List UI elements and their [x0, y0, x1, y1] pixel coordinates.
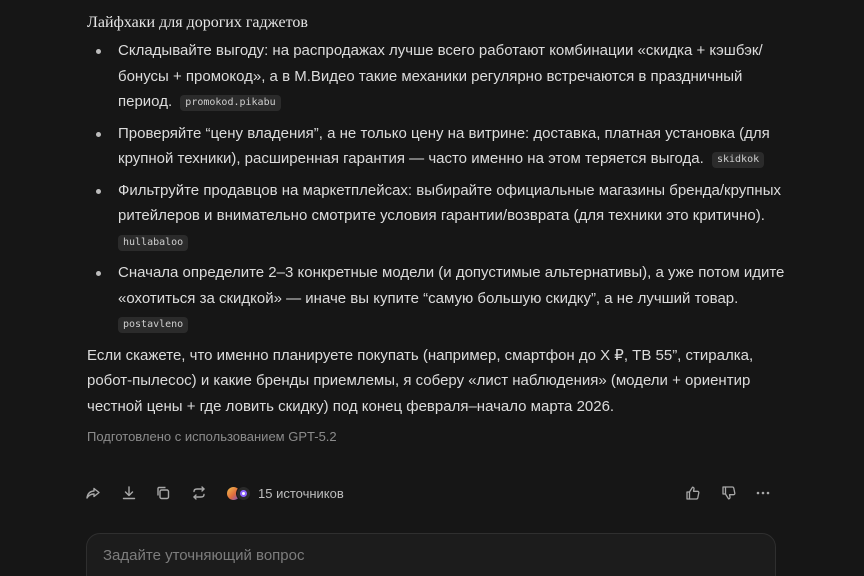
model-attribution: Подготовлено с использованием GPT-5.2 — [87, 429, 337, 444]
follow-up-input[interactable] — [101, 546, 705, 565]
sources-button[interactable]: 15 источников — [226, 484, 344, 502]
source-code-tag[interactable]: promokod.pikabu — [180, 95, 281, 111]
message-actions-bar: 15 источников — [84, 484, 784, 504]
tip-text: Сначала определите 2–3 конкретные модели… — [118, 264, 785, 307]
source-favicon — [236, 485, 251, 501]
regenerate-icon — [193, 486, 205, 500]
bullet-dot — [96, 271, 101, 276]
thumbs-down-icon — [722, 486, 736, 500]
tip-text: Проверяйте “цену владения”, а не только … — [118, 124, 770, 168]
closing-paragraph: Если скажете, что именно планируете поку… — [87, 346, 754, 415]
download-button[interactable] — [120, 484, 138, 502]
share-icon — [86, 487, 100, 499]
share-button[interactable] — [84, 484, 102, 502]
tips-list: Складывайте выгоду: на распродажах лучше… — [87, 38, 787, 337]
list-item: Сначала определите 2–3 конкретные модели… — [87, 260, 787, 337]
follow-up-input-box — [86, 533, 776, 576]
bullet-dot — [96, 49, 101, 54]
sources-label: 15 источников — [258, 485, 344, 501]
answer-content: Лайфхаки для дорогих гаджетов Складывайт… — [87, 12, 787, 444]
source-code-tag[interactable]: skidkok — [711, 152, 765, 168]
list-item: Фильтруйте продавцов на маркетплейсах: в… — [87, 178, 787, 255]
list-item: Проверяйте “цену владения”, а не только … — [87, 121, 787, 172]
source-code-tag[interactable]: postavleno — [118, 317, 189, 333]
section-title: Лайфхаки для дорогих гаджетов — [87, 14, 308, 31]
more-button[interactable] — [754, 484, 772, 502]
regenerate-button[interactable] — [190, 484, 208, 502]
more-icon — [756, 491, 770, 495]
copy-icon — [157, 486, 170, 500]
source-code-tag[interactable]: hullabaloo — [118, 234, 189, 251]
dislike-button[interactable] — [720, 484, 738, 502]
copy-button[interactable] — [154, 484, 172, 502]
list-item: Складывайте выгоду: на распродажах лучше… — [87, 38, 787, 115]
bullet-dot — [96, 131, 101, 137]
thumbs-up-icon — [686, 486, 700, 500]
tip-text: Фильтруйте продавцов на маркетплейсах: в… — [118, 181, 781, 225]
bullet-dot — [96, 188, 101, 194]
download-icon — [122, 486, 136, 500]
like-button[interactable] — [684, 484, 702, 502]
